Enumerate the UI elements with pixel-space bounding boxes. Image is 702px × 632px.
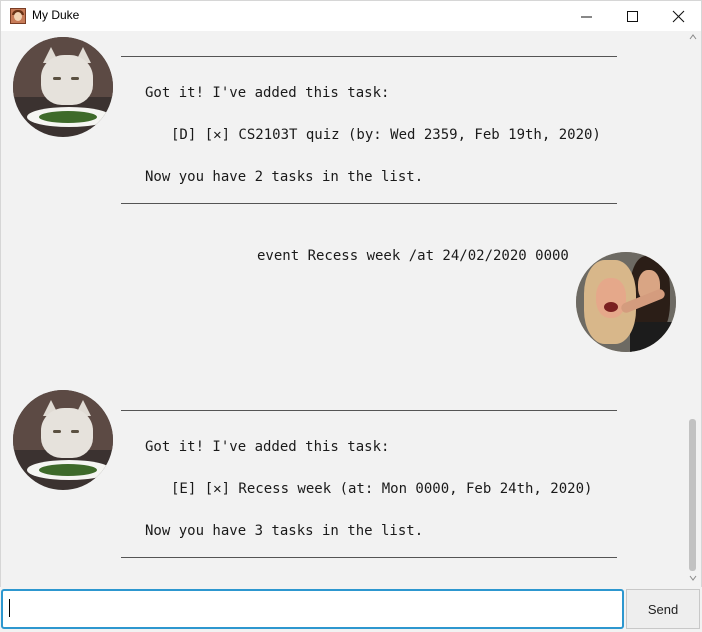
- separator-line: [121, 557, 617, 558]
- dialog-container[interactable]: Got it! I've added this task: [D] [✕] CS…: [0, 31, 702, 587]
- close-button[interactable]: [656, 1, 702, 31]
- duke-message-header: Got it! I've added this task:: [145, 439, 390, 455]
- duke-app-icon: [10, 8, 26, 24]
- user-input-field[interactable]: [1, 589, 624, 629]
- input-row: Send: [0, 587, 702, 632]
- scroll-up-icon[interactable]: [689, 33, 697, 41]
- send-button[interactable]: Send: [626, 589, 700, 629]
- text-caret: [9, 599, 10, 617]
- duke-task-count: Now you have 2 tasks in the list.: [145, 169, 424, 185]
- scrollbar-thumb[interactable]: [689, 419, 696, 571]
- duke-task-line: [E] [✕] Recess week (at: Mon 0000, Feb 2…: [171, 481, 593, 497]
- user-message: event Recess week /at 24/02/2020 0000: [257, 248, 569, 264]
- separator-line: [121, 410, 617, 411]
- minimize-icon: [581, 16, 592, 18]
- duke-avatar: [13, 37, 113, 137]
- window-title: My Duke: [32, 8, 80, 22]
- user-avatar: [576, 252, 676, 352]
- close-icon: [672, 10, 685, 23]
- separator-line: [121, 56, 617, 57]
- duke-task-line: [D] [✕] CS2103T quiz (by: Wed 2359, Feb …: [171, 127, 601, 143]
- separator-line: [121, 203, 617, 204]
- duke-message-header: Got it! I've added this task:: [145, 85, 390, 101]
- minimize-button[interactable]: [564, 1, 610, 31]
- duke-avatar: [13, 390, 113, 490]
- maximize-icon: [627, 11, 638, 22]
- title-bar: My Duke: [0, 0, 702, 31]
- maximize-button[interactable]: [610, 1, 656, 31]
- vertical-scrollbar[interactable]: [686, 31, 700, 587]
- duke-task-count: Now you have 3 tasks in the list.: [145, 523, 424, 539]
- scroll-down-icon[interactable]: [689, 574, 697, 582]
